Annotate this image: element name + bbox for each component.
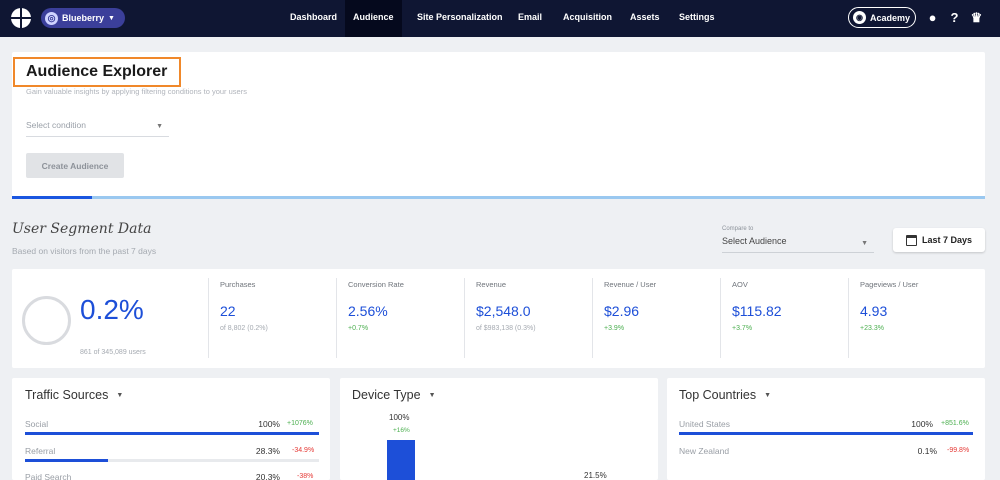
traffic-sources-title[interactable]: Traffic Sources ▼ — [25, 388, 123, 402]
traffic-sources-label: Traffic Sources — [25, 388, 109, 402]
summary-percentage: 0.2% — [80, 294, 144, 325]
chevron-down-icon: ▼ — [156, 123, 163, 130]
globe-icon: ◎ — [45, 11, 58, 25]
traffic-row-bar — [25, 432, 319, 435]
metric-aov: AOV $115.82 +3.7% — [720, 278, 848, 358]
metric-label: AOV — [732, 280, 748, 289]
account-name: Blueberry — [62, 13, 105, 23]
country-row-change: -99.8% — [947, 447, 970, 454]
nav-assets[interactable]: Assets — [622, 0, 668, 37]
metric-label: Revenue / User — [604, 280, 657, 289]
date-range-button[interactable]: Last 7 Days — [893, 228, 985, 252]
metric-sub: +3.7% — [732, 325, 753, 332]
brand-logo-icon[interactable] — [10, 7, 32, 29]
select-condition-placeholder: Select condition — [26, 120, 87, 130]
metric-value: 4.93 — [860, 303, 888, 319]
country-row-change: +851.6% — [941, 420, 969, 427]
country-row-pct: 0.1% — [917, 446, 937, 456]
metric-conversion-rate: Conversion Rate 2.56% +0.7% — [336, 278, 464, 358]
nav-dashboard[interactable]: Dashboard — [282, 0, 345, 37]
explorer-progress-line — [12, 196, 985, 199]
calendar-icon — [905, 234, 917, 246]
compare-label: Compare to — [722, 226, 754, 232]
metric-revenue: Revenue $2,548.0 of $983,138 (0.3%) — [464, 278, 592, 358]
academy-icon: ◉ — [853, 11, 866, 24]
device-bar-pct: 100% — [389, 413, 410, 422]
account-switcher[interactable]: ◎ Blueberry ▼ — [41, 8, 125, 28]
chevron-down-icon: ▼ — [428, 392, 436, 400]
traffic-row-change: -38% — [297, 473, 314, 480]
metric-label: Revenue — [476, 280, 507, 289]
chevron-down-icon: ▼ — [116, 392, 124, 400]
metric-label: Conversion Rate — [348, 280, 404, 289]
country-row-label: New Zealand — [679, 446, 730, 456]
device-bar-change: +16% — [393, 427, 410, 434]
nav-audience[interactable]: Audience — [345, 0, 402, 37]
traffic-row-label: Referral — [25, 446, 56, 456]
nav-settings[interactable]: Settings — [671, 0, 723, 37]
chevron-down-icon: ▼ — [861, 240, 868, 247]
academy-button[interactable]: ◉ Academy — [848, 7, 916, 28]
device-type-title[interactable]: Device Type ▼ — [352, 388, 436, 402]
metric-pageviews-per-user: Pageviews / User 4.93 +23.3% — [848, 278, 976, 358]
metric-label: Purchases — [220, 280, 256, 289]
page-title: Audience Explorer — [26, 63, 168, 80]
device-bar-pct: 21.5% — [584, 471, 607, 480]
metric-value: $2.96 — [604, 303, 640, 319]
traffic-row-change: -34.9% — [292, 447, 315, 454]
metric-purchases: Purchases 22 of 8,802 (0.2%) — [208, 278, 336, 358]
conversion-donut — [22, 296, 71, 345]
metric-value: 2.56% — [348, 303, 388, 319]
metric-value: $2,548.0 — [476, 303, 531, 319]
help-icon[interactable]: ? — [947, 10, 962, 25]
create-audience-button[interactable]: Create Audience — [26, 153, 124, 178]
crown-icon[interactable]: ♛ — [969, 10, 984, 25]
metric-sub: +0.7% — [348, 325, 369, 332]
metric-sub: of 8,802 (0.2%) — [220, 325, 268, 332]
segment-title: User Segment Data — [12, 221, 152, 237]
country-row-label: United States — [679, 419, 731, 429]
nav-email[interactable]: Email — [510, 0, 550, 37]
device-bar — [387, 440, 415, 480]
country-row-bar — [679, 432, 973, 435]
compare-value: Select Audience — [722, 236, 787, 246]
date-range-label: Last 7 Days — [921, 235, 973, 245]
metric-label: Pageviews / User — [860, 280, 919, 289]
metric-sub: of $983,138 (0.3%) — [476, 325, 536, 332]
traffic-row-pct: 20.3% — [255, 472, 280, 480]
metric-sub: +3.9% — [604, 325, 625, 332]
top-countries-title[interactable]: Top Countries ▼ — [679, 388, 771, 402]
select-condition-dropdown[interactable]: Select condition ▼ — [26, 120, 169, 137]
nav-site-personalization[interactable]: Site Personalization — [409, 0, 511, 37]
country-row-pct: 100% — [911, 419, 933, 429]
chevron-down-icon: ▼ — [764, 392, 772, 400]
traffic-row-label: Social — [25, 419, 49, 429]
academy-label: Academy — [870, 12, 911, 23]
top-countries-label: Top Countries — [679, 388, 757, 402]
metric-revenue-per-user: Revenue / User $2.96 +3.9% — [592, 278, 720, 358]
metric-value: 22 — [220, 303, 236, 319]
user-icon[interactable]: ● — [925, 10, 940, 25]
traffic-row-change: +1076% — [287, 420, 313, 427]
traffic-row-label: Paid Search — [25, 472, 72, 480]
traffic-row-bar — [25, 459, 319, 462]
segment-subtitle: Based on visitors from the past 7 days — [12, 246, 157, 256]
traffic-row-pct: 28.3% — [255, 446, 280, 456]
metric-value: $115.82 — [732, 303, 782, 319]
summary-users: 861 of 345,089 users — [80, 349, 146, 356]
traffic-row-pct: 100% — [258, 419, 280, 429]
top-nav: ◎ Blueberry ▼ Dashboard Audience Site Pe… — [0, 0, 1000, 37]
nav-acquisition[interactable]: Acquisition — [555, 0, 620, 37]
device-type-label: Device Type — [352, 388, 421, 402]
compare-audience-dropdown[interactable]: Select Audience ▼ — [722, 236, 874, 253]
chevron-down-icon: ▼ — [108, 14, 115, 22]
page-subtitle: Gain valuable insights by applying filte… — [26, 87, 247, 96]
metric-sub: +23.3% — [860, 325, 884, 332]
